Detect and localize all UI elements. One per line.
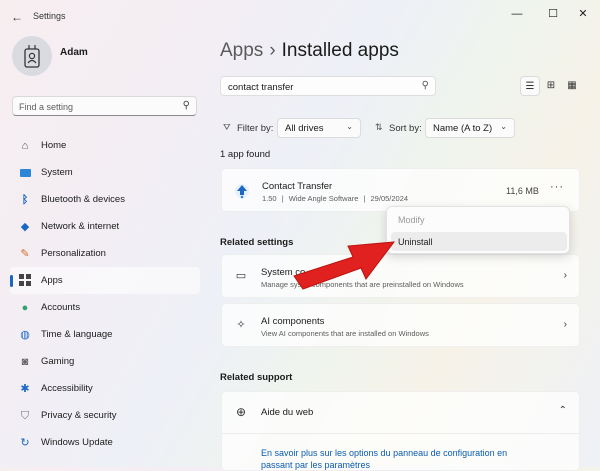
user-badge-icon	[24, 45, 40, 68]
sidebar-item-label: Accessibility	[41, 383, 93, 394]
app-size: 11,6 MB	[506, 186, 539, 196]
sidebar-item-label: Gaming	[41, 356, 75, 367]
sort-icon: ⇅	[375, 122, 383, 132]
sort-value: Name (A to Z)	[433, 123, 493, 134]
sidebar-item-network[interactable]: ◆ Network & internet	[10, 213, 200, 240]
list-view-icon[interactable]: ☰	[520, 76, 540, 96]
sidebar-item-windows-update[interactable]: ↻ Windows Update	[10, 429, 200, 456]
app-meta: 1.50 | Wide Angle Software | 29/05/2024	[262, 194, 409, 203]
filter-icon: ⛛	[223, 122, 231, 132]
sidebar-item-label: Windows Update	[41, 437, 113, 448]
active-indicator	[10, 275, 13, 287]
sort-label: Sort by:	[389, 123, 422, 134]
chevron-right-icon: ›	[563, 270, 567, 281]
sidebar-item-label: Network & internet	[41, 221, 120, 232]
search-icon: ⚲	[421, 80, 429, 91]
results-count: 1 app found	[220, 149, 271, 160]
modify-label: Modify	[398, 215, 425, 225]
brush-icon: ✎	[20, 248, 30, 260]
sidebar-item-time-language[interactable]: ◍ Time & language	[10, 321, 200, 348]
shield-icon: ⛉	[20, 410, 30, 422]
user-name: Adam	[60, 47, 88, 58]
app-date: 29/05/2024	[370, 194, 409, 203]
search-icon: ⚲	[182, 100, 190, 111]
chevron-down-icon: ⌄	[500, 122, 507, 131]
sidebar-item-gaming[interactable]: ◙ Gaming	[10, 348, 200, 375]
accessibility-icon: ✱	[20, 383, 30, 395]
apps-icon	[18, 274, 32, 288]
app-name: Contact Transfer	[262, 181, 333, 192]
tile-view-icon[interactable]: ⊞	[541, 76, 561, 96]
sidebar-item-label: Personalization	[41, 248, 106, 259]
filter-label: Filter by:	[237, 123, 274, 134]
sidebar-item-privacy[interactable]: ⛉ Privacy & security	[10, 402, 200, 429]
system-icon	[18, 166, 32, 180]
chevron-down-icon: ⌄	[346, 122, 353, 131]
filter-value: All drives	[285, 123, 324, 134]
more-options-icon[interactable]: ···	[547, 181, 567, 199]
app-publisher: Wide Angle Software	[288, 194, 359, 203]
support-card: ⊕ Aide du web ⌃ En savoir plus sur les o…	[221, 391, 580, 471]
title-bar: ← Settings — ☐ ✕	[0, 0, 600, 32]
sidebar-item-label: Home	[41, 140, 67, 151]
maximize-icon[interactable]: ☐	[536, 3, 570, 25]
ai-components-row[interactable]: ✧ AI components View AI components that …	[221, 303, 580, 347]
chevron-right-icon: ›	[563, 319, 567, 330]
sidebar-item-label: System	[41, 167, 73, 178]
related-settings-heading: Related settings	[220, 237, 294, 248]
sidebar-item-label: Apps	[41, 275, 63, 286]
app-context-menu: Modify Uninstall	[386, 206, 570, 254]
support-title: Aide du web	[261, 407, 314, 418]
sort-dropdown[interactable]: Name (A to Z) ⌄	[425, 118, 515, 138]
bluetooth-icon: ᛒ	[21, 194, 29, 206]
sidebar-item-accessibility[interactable]: ✱ Accessibility	[10, 375, 200, 402]
sidebar-item-personalization[interactable]: ✎ Personalization	[10, 240, 200, 267]
breadcrumb-separator: ›	[269, 40, 276, 61]
sidebar-nav: ⌂ Home System ᛒ Bluetooth & devices ◆ Ne…	[10, 132, 200, 456]
settings-search[interactable]: ⚲	[12, 96, 197, 116]
window-title: Settings	[33, 11, 66, 21]
sidebar-item-label: Accounts	[41, 302, 81, 313]
sidebar-item-system[interactable]: System	[10, 159, 200, 186]
uninstall-menu-item[interactable]: Uninstall	[391, 232, 567, 251]
update-icon: ↻	[20, 437, 30, 449]
filter-dropdown[interactable]: All drives ⌄	[277, 118, 361, 138]
close-icon[interactable]: ✕	[566, 3, 600, 25]
sidebar-item-label: Privacy & security	[41, 410, 117, 421]
globe-icon: ⊕	[235, 405, 247, 419]
sidebar-item-accounts[interactable]: ● Accounts	[10, 294, 200, 321]
contact-transfer-app-icon	[234, 183, 250, 199]
sidebar-item-bluetooth[interactable]: ᛒ Bluetooth & devices	[10, 186, 200, 213]
page-title: Installed apps	[281, 40, 399, 61]
app-search-input[interactable]	[221, 78, 408, 97]
sidebar-item-label: Time & language	[41, 329, 113, 340]
wifi-icon: ◆	[20, 221, 30, 233]
sidebar-item-apps[interactable]: Apps	[10, 267, 200, 294]
grid-view-icon[interactable]: ▦	[562, 76, 582, 96]
setting-title: AI components	[261, 316, 325, 327]
setting-subtitle: View AI components that are installed on…	[261, 329, 429, 338]
system-components-icon: ▭	[235, 270, 247, 282]
back-arrow-icon[interactable]: ←	[8, 8, 26, 26]
app-search[interactable]: ⚲	[220, 76, 436, 97]
breadcrumb: Apps › Installed apps	[220, 40, 399, 62]
annotation-arrow-icon	[293, 241, 396, 290]
sidebar-item-label: Bluetooth & devices	[41, 194, 125, 205]
globe-clock-icon: ◍	[20, 329, 30, 341]
support-header[interactable]: ⊕ Aide du web ⌃	[222, 392, 579, 434]
avatar[interactable]	[12, 36, 52, 76]
minimize-icon[interactable]: —	[500, 3, 534, 25]
modify-menu-item: Modify	[391, 210, 567, 229]
related-support-heading: Related support	[220, 372, 293, 383]
chevron-up-icon: ⌃	[558, 405, 567, 416]
app-version: 1.50	[262, 194, 277, 203]
settings-search-input[interactable]	[13, 98, 179, 116]
home-icon: ⌂	[21, 140, 29, 152]
sparkle-icon: ✧	[236, 319, 246, 331]
support-link[interactable]: En savoir plus sur les options du pannea…	[261, 447, 541, 471]
breadcrumb-parent[interactable]: Apps	[220, 40, 263, 61]
sidebar-item-home[interactable]: ⌂ Home	[10, 132, 200, 159]
gamepad-icon: ◙	[21, 356, 29, 368]
accounts-icon: ●	[21, 302, 29, 314]
